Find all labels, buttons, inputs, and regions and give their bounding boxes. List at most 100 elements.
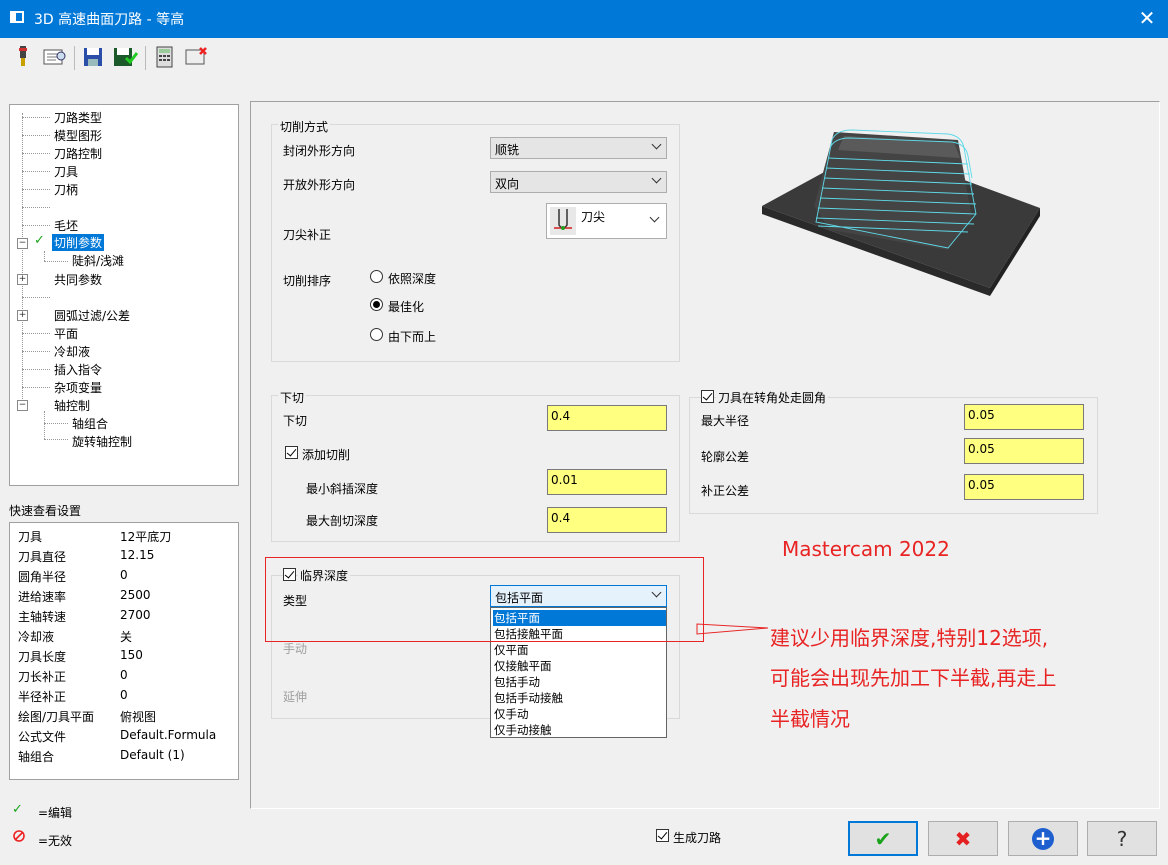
generate-toolpath-checkbox[interactable] <box>656 829 669 842</box>
manual-label: 手动 <box>283 642 308 656</box>
help-button[interactable]: ? <box>1087 821 1157 856</box>
add-cuts-label: 添加切削 <box>302 448 351 462</box>
parameters-view-icon[interactable] <box>42 44 68 70</box>
offset-tolerance-input[interactable]: 0.05 <box>964 474 1084 500</box>
save-icon[interactable] <box>82 44 104 70</box>
note-line-1: 建议少用临界深度,特别12选项, <box>770 626 1049 650</box>
profile-tolerance-input[interactable]: 0.05 <box>964 438 1084 464</box>
stepdown-value: 0.4 <box>551 409 571 423</box>
delete-icon[interactable] <box>184 44 210 70</box>
tip-comp-dropdown[interactable]: 刀尖 <box>546 203 667 239</box>
tree-item-cut-parameters[interactable]: 切削参数 <box>52 234 105 251</box>
note-line-3: 半截情况 <box>770 707 850 731</box>
stepdown-input[interactable]: 0.4 <box>547 405 667 431</box>
tree-item-steep-shallow[interactable]: 陡斜/浅滩 <box>72 252 124 269</box>
qv-key: 冷却液 <box>18 630 55 644</box>
tree-item-canned-text[interactable]: 插入指令 <box>54 361 102 378</box>
add-button[interactable]: + <box>1008 821 1078 856</box>
profile-tolerance-value: 0.05 <box>968 442 995 456</box>
qv-key: 进给速率 <box>18 590 67 604</box>
order-optimize-label: 最佳化 <box>388 300 425 314</box>
tree-item-arc-filter[interactable]: 圆弧过滤/公差 <box>54 307 130 324</box>
closed-direction-dropdown[interactable]: 顺铣 <box>490 137 667 159</box>
qv-value: 俯视图 <box>120 710 157 724</box>
expand-icon[interactable]: + <box>17 274 28 285</box>
qv-key: 主轴转速 <box>18 610 67 624</box>
add-cuts-checkbox[interactable] <box>285 446 298 459</box>
save-as-icon[interactable] <box>112 44 139 70</box>
qv-value: 150 <box>120 648 143 662</box>
profile-tolerance-label: 轮廓公差 <box>701 450 750 464</box>
qv-key: 刀长补正 <box>18 670 67 684</box>
open-direction-label: 开放外形方向 <box>283 178 356 192</box>
option-manual-touch-only[interactable]: 仅手动接触 <box>493 722 666 738</box>
cut-method-group <box>271 124 680 362</box>
preview-image <box>752 118 1042 298</box>
option-planes-only[interactable]: 仅平面 <box>493 642 666 658</box>
note-line-2: 可能会出现先加工下半截,再走上 <box>770 666 1057 690</box>
open-direction-dropdown[interactable]: 双向 <box>490 171 667 193</box>
tree-item-toolpath-type[interactable]: 刀路类型 <box>54 109 102 126</box>
option-include-manual[interactable]: 包括手动 <box>493 674 666 690</box>
expand-icon[interactable]: + <box>17 310 28 321</box>
collapse-icon[interactable]: − <box>17 400 28 411</box>
quickview-title: 快速查看设置 <box>9 504 82 518</box>
order-optimize-radio[interactable] <box>370 298 383 311</box>
closed-direction-value: 顺铣 <box>495 143 520 157</box>
tip-comp-label: 刀尖补正 <box>283 228 332 242</box>
qv-value: 0 <box>120 568 128 582</box>
tool-icon[interactable] <box>12 44 34 70</box>
option-include-manual-touch[interactable]: 包括手动接触 <box>493 690 666 706</box>
close-icon: ✖ <box>954 827 972 851</box>
qv-value: 12.15 <box>120 548 155 562</box>
tree-item-holder[interactable]: 刀柄 <box>54 181 78 198</box>
tree-item-rotary-axis[interactable]: 旋转轴控制 <box>72 433 132 450</box>
max-cut-input[interactable]: 0.4 <box>547 507 667 533</box>
qv-key: 圆角半径 <box>18 570 67 584</box>
min-ramp-input[interactable]: 0.01 <box>547 469 667 495</box>
cut-order-label: 切削排序 <box>283 274 332 288</box>
invalid-icon <box>12 829 26 846</box>
edit-check-icon: ✓ <box>12 802 23 817</box>
tree-item-toolpath-control[interactable]: 刀路控制 <box>54 145 102 162</box>
qv-key: 刀具 <box>18 530 43 544</box>
tree-item-tool[interactable]: 刀具 <box>54 163 78 180</box>
collapse-icon[interactable]: − <box>17 238 28 249</box>
corner-rounding-title: 刀具在转角处走圆角 <box>716 389 829 406</box>
order-bottom-up-radio[interactable] <box>370 328 383 341</box>
max-radius-input[interactable]: 0.05 <box>964 404 1084 430</box>
check-icon: ✔ <box>874 827 892 851</box>
tree-item-coolant[interactable]: 冷却液 <box>54 343 90 360</box>
tree-item-stock[interactable]: 毛坯 <box>54 217 78 234</box>
corner-rounding-checkbox[interactable] <box>701 390 714 403</box>
tree-item-misc-values[interactable]: 杂项变量 <box>54 379 102 396</box>
min-ramp-label: 最小斜插深度 <box>306 482 379 496</box>
option-touch-planes-only[interactable]: 仅接触平面 <box>493 658 666 674</box>
close-button[interactable]: ✕ <box>1126 0 1168 38</box>
order-bottom-up-label: 由下而上 <box>388 330 437 344</box>
order-depth-radio[interactable] <box>370 270 383 283</box>
tool-tip-icon <box>550 207 576 235</box>
annotation-box <box>265 557 704 642</box>
tree-item-linking-parameters[interactable]: 共同参数 <box>54 271 102 288</box>
annotation-callout <box>695 620 770 640</box>
parameter-tree: 刀路类型 模型图形 刀路控制 刀具 刀柄 毛坯 − ✓ 切削参数 陡斜/浅滩 +… <box>9 104 239 486</box>
qv-value: 2700 <box>120 608 151 622</box>
toolbar-separator <box>145 46 146 70</box>
tree-item-axis-control[interactable]: 轴控制 <box>54 397 90 414</box>
calculator-icon[interactable] <box>154 44 176 70</box>
help-icon: ? <box>1116 827 1128 851</box>
qv-value: 关 <box>120 630 133 644</box>
tree-item-planes[interactable]: 平面 <box>54 325 78 342</box>
ok-button[interactable]: ✔ <box>848 821 918 856</box>
qv-value: 0 <box>120 688 128 702</box>
cancel-button[interactable]: ✖ <box>928 821 998 856</box>
tree-item-axis-combination[interactable]: 轴组合 <box>72 415 108 432</box>
order-depth-label: 依照深度 <box>388 272 437 286</box>
window-title: 3D 高速曲面刀路 - 等高 <box>34 12 185 28</box>
legend-invalid: =无效 <box>38 834 73 848</box>
qv-key: 绘图/刀具平面 <box>18 710 95 724</box>
qv-key: 公式文件 <box>18 730 67 744</box>
option-manual-only[interactable]: 仅手动 <box>493 706 666 722</box>
tree-item-model-geometry[interactable]: 模型图形 <box>54 127 102 144</box>
